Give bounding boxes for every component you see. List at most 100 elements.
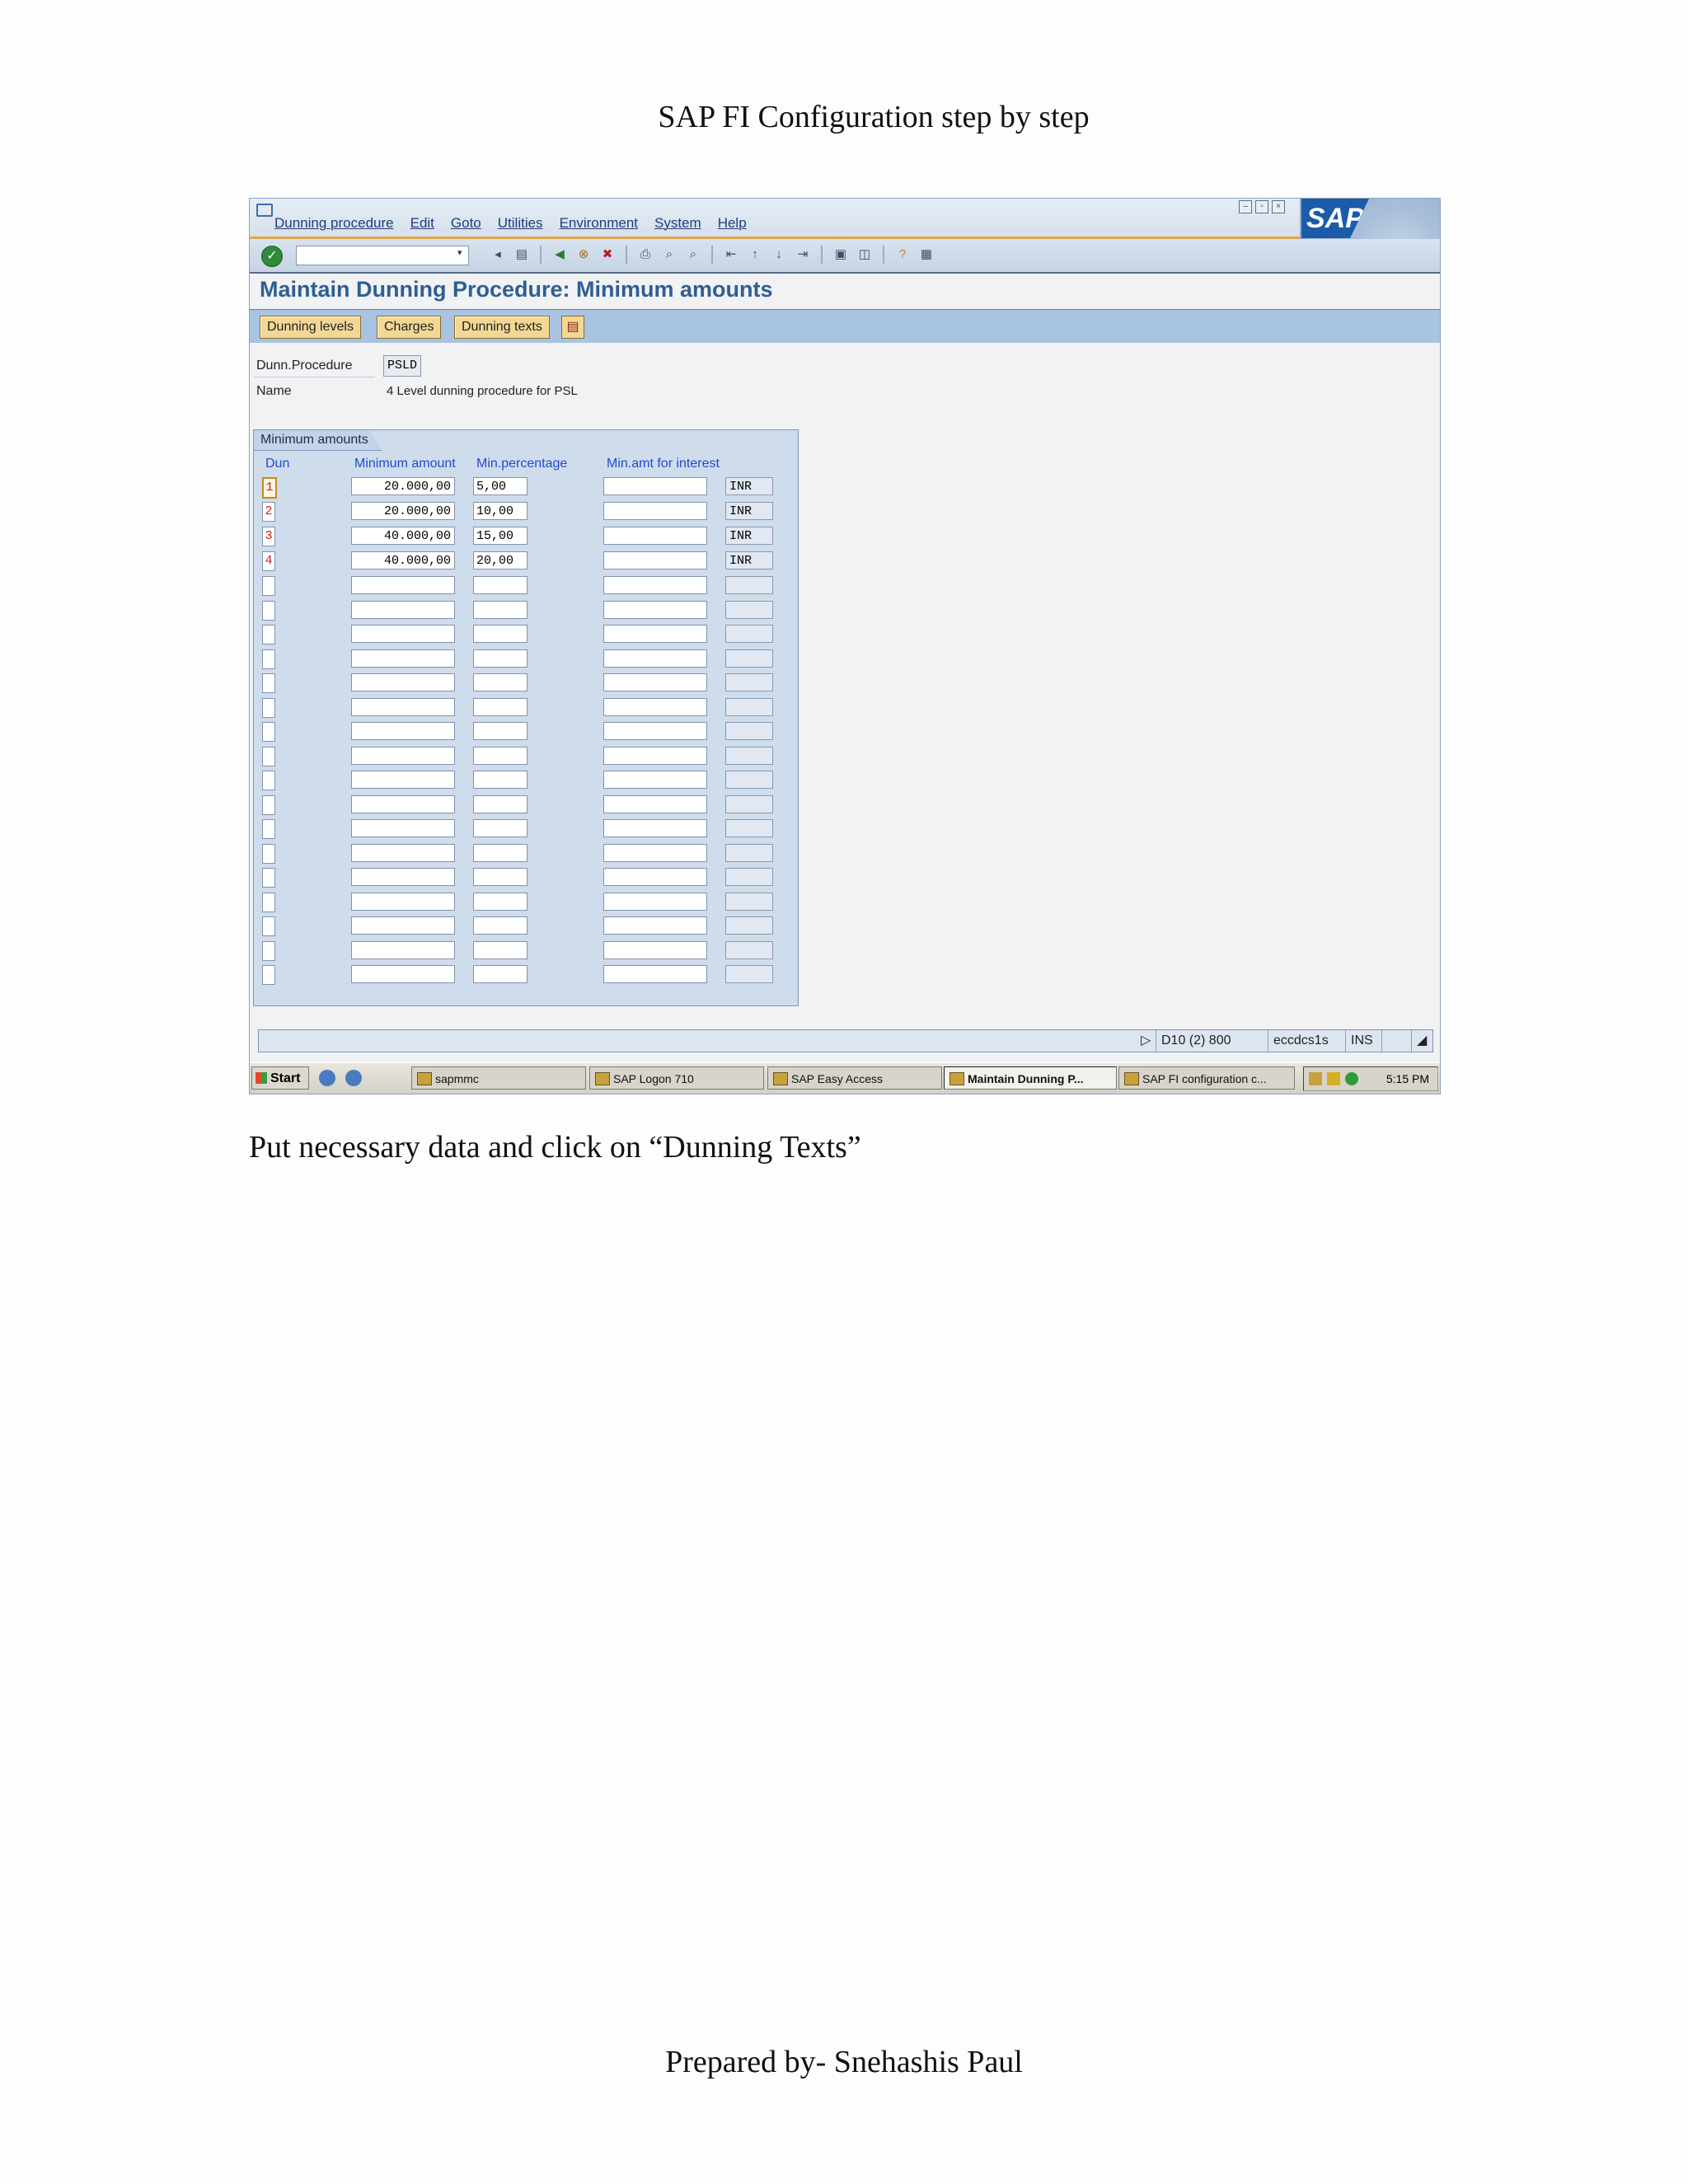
shortcut-icon[interactable]: ◫ [856, 246, 874, 264]
tray-folder-icon[interactable] [1309, 1072, 1322, 1085]
min-amount-interest-input[interactable] [603, 794, 707, 813]
system-menu-icon[interactable] [256, 204, 273, 217]
dun-level-cell[interactable] [262, 843, 275, 864]
new-session-icon[interactable]: ▣ [832, 246, 850, 264]
minimum-amount-input[interactable] [351, 771, 455, 789]
min-amount-interest-input[interactable] [603, 868, 707, 886]
min-amount-interest-input[interactable] [603, 819, 707, 837]
min-amount-interest-input[interactable] [603, 673, 707, 691]
min-percentage-input[interactable]: 20,00 [473, 551, 528, 569]
dun-level-cell[interactable] [262, 892, 275, 912]
min-percentage-input[interactable] [473, 576, 528, 594]
min-amount-interest-input[interactable] [603, 551, 707, 569]
start-button[interactable]: Start [251, 1066, 309, 1090]
min-percentage-input[interactable] [473, 673, 528, 691]
tray-warning-icon[interactable] [1327, 1072, 1340, 1085]
find-icon[interactable]: ⌕ [660, 246, 678, 264]
min-amount-interest-input[interactable] [603, 746, 707, 765]
menu-system[interactable]: System [654, 215, 701, 232]
minimum-amount-input[interactable] [351, 746, 455, 765]
dun-level-cell[interactable] [262, 819, 275, 839]
command-dropdown-icon[interactable]: ▾ [457, 247, 467, 262]
minimum-amount-input[interactable] [351, 649, 455, 668]
last-page-icon[interactable]: ⇥ [794, 246, 812, 264]
save-icon[interactable]: ▤ [513, 246, 531, 264]
min-percentage-input[interactable]: 10,00 [473, 502, 528, 520]
minimum-amount-input[interactable] [351, 965, 455, 983]
min-percentage-input[interactable] [473, 697, 528, 716]
min-percentage-input[interactable] [473, 746, 528, 765]
status-expand-icon[interactable]: ▷ [1136, 1030, 1156, 1052]
min-percentage-input[interactable] [473, 794, 528, 813]
first-page-icon[interactable]: ⇤ [722, 246, 740, 264]
task-sapmmc[interactable]: sapmmc [411, 1066, 586, 1090]
tray-network-icon[interactable] [1345, 1072, 1358, 1085]
dun-level-cell[interactable] [262, 868, 275, 888]
min-percentage-input[interactable] [473, 771, 528, 789]
minimum-amount-input[interactable] [351, 916, 455, 935]
dun-level-cell[interactable]: 2 [262, 502, 275, 522]
menu-dunning-procedure[interactable]: Dunning procedure [274, 215, 394, 232]
menu-utilities[interactable]: Utilities [498, 215, 543, 232]
quick-launch-desktop-icon[interactable] [319, 1070, 335, 1086]
quick-launch-ie-icon[interactable] [345, 1070, 362, 1086]
dunning-texts-button[interactable]: Dunning texts [454, 316, 550, 339]
min-amount-interest-input[interactable] [603, 771, 707, 789]
menu-help[interactable]: Help [718, 215, 747, 232]
minimum-amount-input[interactable] [351, 625, 455, 643]
find-next-icon[interactable]: ⌕ [684, 246, 702, 264]
restore-icon[interactable]: ▫ [1255, 200, 1268, 213]
min-percentage-input[interactable]: 5,00 [473, 477, 528, 495]
min-percentage-input[interactable] [473, 868, 528, 886]
dun-level-cell[interactable] [262, 965, 275, 985]
previous-page-icon[interactable]: ↑ [746, 246, 764, 264]
help-icon[interactable]: ? [893, 246, 912, 264]
menu-environment[interactable]: Environment [560, 215, 638, 232]
task-sap-logon[interactable]: SAP Logon 710 [589, 1066, 764, 1090]
min-amount-interest-input[interactable] [603, 722, 707, 740]
minimum-amount-input[interactable] [351, 794, 455, 813]
minimum-amount-input[interactable] [351, 697, 455, 716]
dun-level-cell[interactable] [262, 771, 275, 790]
min-amount-interest-input[interactable] [603, 916, 707, 935]
min-amount-interest-input[interactable] [603, 892, 707, 911]
menu-edit[interactable]: Edit [410, 215, 434, 232]
min-amount-interest-input[interactable] [603, 940, 707, 959]
min-percentage-input[interactable] [473, 722, 528, 740]
minimum-amount-input[interactable] [351, 576, 455, 594]
dun-level-cell[interactable] [262, 576, 275, 596]
dun-level-cell[interactable] [262, 940, 275, 961]
minimize-icon[interactable]: – [1239, 200, 1252, 213]
min-percentage-input[interactable] [473, 892, 528, 911]
back-icon[interactable]: ◀ [551, 246, 569, 264]
menu-goto[interactable]: Goto [451, 215, 481, 232]
table-view-icon[interactable]: ▤ [561, 316, 584, 339]
dun-level-cell[interactable] [262, 649, 275, 669]
dun-level-cell[interactable] [262, 722, 275, 742]
dun-level-cell[interactable] [262, 916, 275, 936]
min-amount-interest-input[interactable] [603, 527, 707, 545]
task-sap-easy-access[interactable]: SAP Easy Access [767, 1066, 942, 1090]
min-amount-interest-input[interactable] [603, 576, 707, 594]
dun-level-cell[interactable] [262, 746, 275, 766]
minimum-amount-input[interactable] [351, 940, 455, 959]
min-amount-interest-input[interactable] [603, 600, 707, 619]
minimum-amount-input[interactable] [351, 819, 455, 837]
dunning-levels-button[interactable]: Dunning levels [260, 316, 361, 339]
charges-button[interactable]: Charges [377, 316, 442, 339]
min-amount-interest-input[interactable] [603, 843, 707, 862]
exit-icon[interactable]: ⊗ [574, 246, 593, 264]
min-percentage-input[interactable] [473, 649, 528, 668]
dun-level-cell[interactable]: 4 [262, 551, 275, 571]
min-amount-interest-input[interactable] [603, 502, 707, 520]
min-amount-interest-input[interactable] [603, 697, 707, 716]
min-percentage-input[interactable] [473, 600, 528, 619]
min-amount-interest-input[interactable] [603, 477, 707, 495]
task-sap-fi-configuration[interactable]: SAP FI configuration c... [1118, 1066, 1295, 1090]
dun-level-cell[interactable] [262, 600, 275, 621]
dun-level-cell[interactable] [262, 673, 275, 693]
minimum-amount-input[interactable]: 40.000,00 [351, 527, 455, 545]
min-percentage-input[interactable]: 15,00 [473, 527, 528, 545]
min-amount-interest-input[interactable] [603, 625, 707, 643]
dun-level-cell[interactable]: 3 [262, 527, 275, 546]
